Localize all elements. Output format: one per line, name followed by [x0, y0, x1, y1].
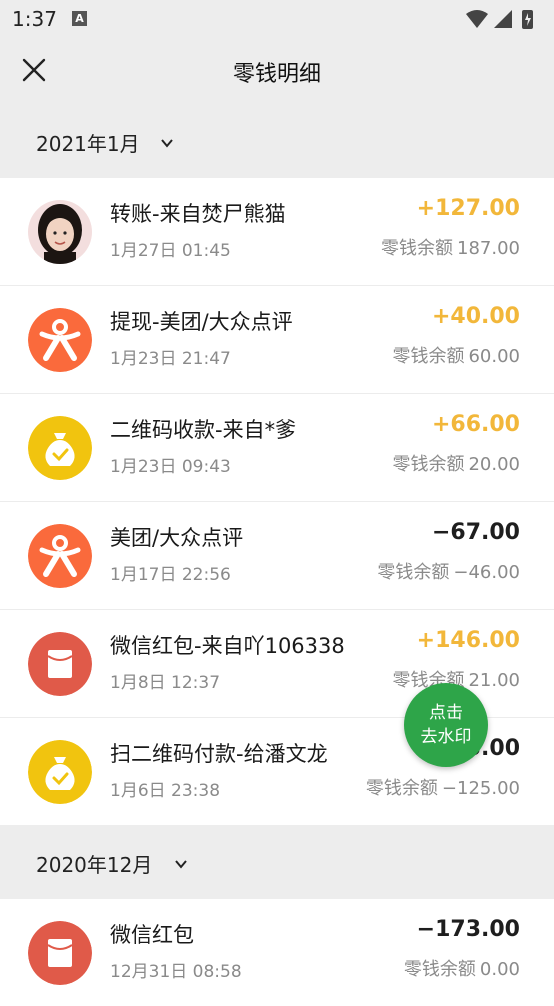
transaction-date: 1月23日 09:43 [110, 457, 231, 477]
transaction-amount: −173.00 [416, 917, 520, 942]
meituan-logo-icon [28, 524, 92, 588]
money-bag-icon [28, 740, 92, 804]
balance-value: −46.00 [453, 562, 520, 583]
month-filter-label[interactable]: 2021年1月 [36, 128, 140, 157]
balance-value: 21.00 [468, 670, 520, 691]
wifi-icon [466, 10, 488, 28]
transaction-amount: −67.00 [431, 520, 520, 545]
transaction-row[interactable]: 美团/大众点评 1月17日 22:56 −67.00 零钱余额 −46.00 [0, 501, 554, 609]
transaction-row[interactable]: 微信红包 12月31日 08:58 −173.00 零钱余额 0.00 [0, 899, 554, 1006]
transaction-title: 提现-美团/大众点评 [110, 310, 293, 334]
red-packet-icon [28, 921, 92, 985]
transaction-amount: +146.00 [416, 628, 520, 653]
transaction-row[interactable]: 转账-来自焚尸熊猫 1月27日 01:45 +127.00 零钱余额 187.00 [0, 178, 554, 285]
balance-label: 零钱余额 [403, 959, 476, 980]
transaction-title: 转账-来自焚尸熊猫 [110, 202, 286, 226]
balance-value: 187.00 [457, 238, 520, 259]
balance-info: 零钱余额 187.00 [381, 234, 520, 260]
balance-label: 零钱余额 [377, 562, 450, 583]
transaction-title: 扫二维码付款-给潘文龙 [110, 742, 328, 766]
transaction-amount: +66.00 [431, 412, 520, 437]
month-header-2: 2020年12月 [0, 825, 554, 899]
balance-label: 零钱余额 [381, 238, 454, 259]
transaction-date: 1月17日 22:56 [110, 565, 231, 585]
remove-watermark-line1: 点击 [429, 703, 463, 723]
notification-icon: A [72, 11, 87, 26]
transaction-date: 12月31日 08:58 [110, 962, 242, 982]
transaction-title: 二维码收款-来自*爹 [110, 418, 297, 442]
page-title: 零钱明细 [232, 62, 321, 87]
balance-label: 零钱余额 [392, 454, 465, 475]
balance-value: 60.00 [468, 346, 520, 367]
transaction-date: 1月8日 12:37 [110, 673, 221, 693]
signal-icon [494, 10, 512, 28]
balance-value: 0.00 [479, 959, 520, 980]
transaction-amount: +127.00 [416, 196, 520, 221]
red-packet-icon [28, 632, 92, 696]
money-bag-icon [28, 416, 92, 480]
chevron-down-icon[interactable] [160, 136, 174, 150]
status-bar: 1:37 A [0, 0, 554, 38]
transaction-date: 1月6日 23:38 [110, 781, 221, 801]
balance-info: 零钱余额 20.00 [392, 450, 520, 476]
balance-info: 零钱余额 0.00 [404, 955, 520, 981]
balance-value: 20.00 [468, 454, 520, 475]
transaction-title: 美团/大众点评 [110, 526, 244, 550]
transaction-row[interactable]: 二维码收款-来自*爹 1月23日 09:43 +66.00 零钱余额 20.00 [0, 393, 554, 501]
balance-value: −125.00 [441, 778, 520, 799]
transaction-title: 微信红包-来自吖106338 [110, 634, 345, 658]
balance-label: 零钱余额 [365, 778, 438, 799]
transaction-amount: +40.00 [431, 304, 520, 329]
meituan-logo-icon [28, 308, 92, 372]
transaction-date: 1月23日 21:47 [110, 349, 231, 369]
transaction-row[interactable]: 提现-美团/大众点评 1月23日 21:47 +40.00 零钱余额 60.00 [0, 285, 554, 393]
status-time: 1:37 [12, 7, 57, 31]
avatar [28, 200, 92, 264]
balance-info: 零钱余额 60.00 [392, 342, 520, 368]
transaction-title: 微信红包 [110, 923, 194, 947]
status-icons [466, 10, 533, 29]
nav-bar: 零钱明细 [0, 38, 554, 104]
transaction-date: 1月27日 01:45 [110, 241, 231, 261]
balance-info: 零钱余额 −125.00 [366, 774, 520, 800]
month-header-1: 2021年1月 [0, 104, 554, 178]
month-filter-label[interactable]: 2020年12月 [36, 849, 152, 878]
remove-watermark-line2: 去水印 [420, 727, 472, 747]
transaction-list-2: 微信红包 12月31日 08:58 −173.00 零钱余额 0.00 [0, 899, 554, 1006]
balance-info: 零钱余额 −46.00 [377, 558, 520, 584]
chevron-down-icon[interactable] [174, 857, 188, 871]
balance-label: 零钱余额 [392, 346, 465, 367]
remove-watermark-button[interactable]: 点击 去水印 [404, 683, 488, 767]
